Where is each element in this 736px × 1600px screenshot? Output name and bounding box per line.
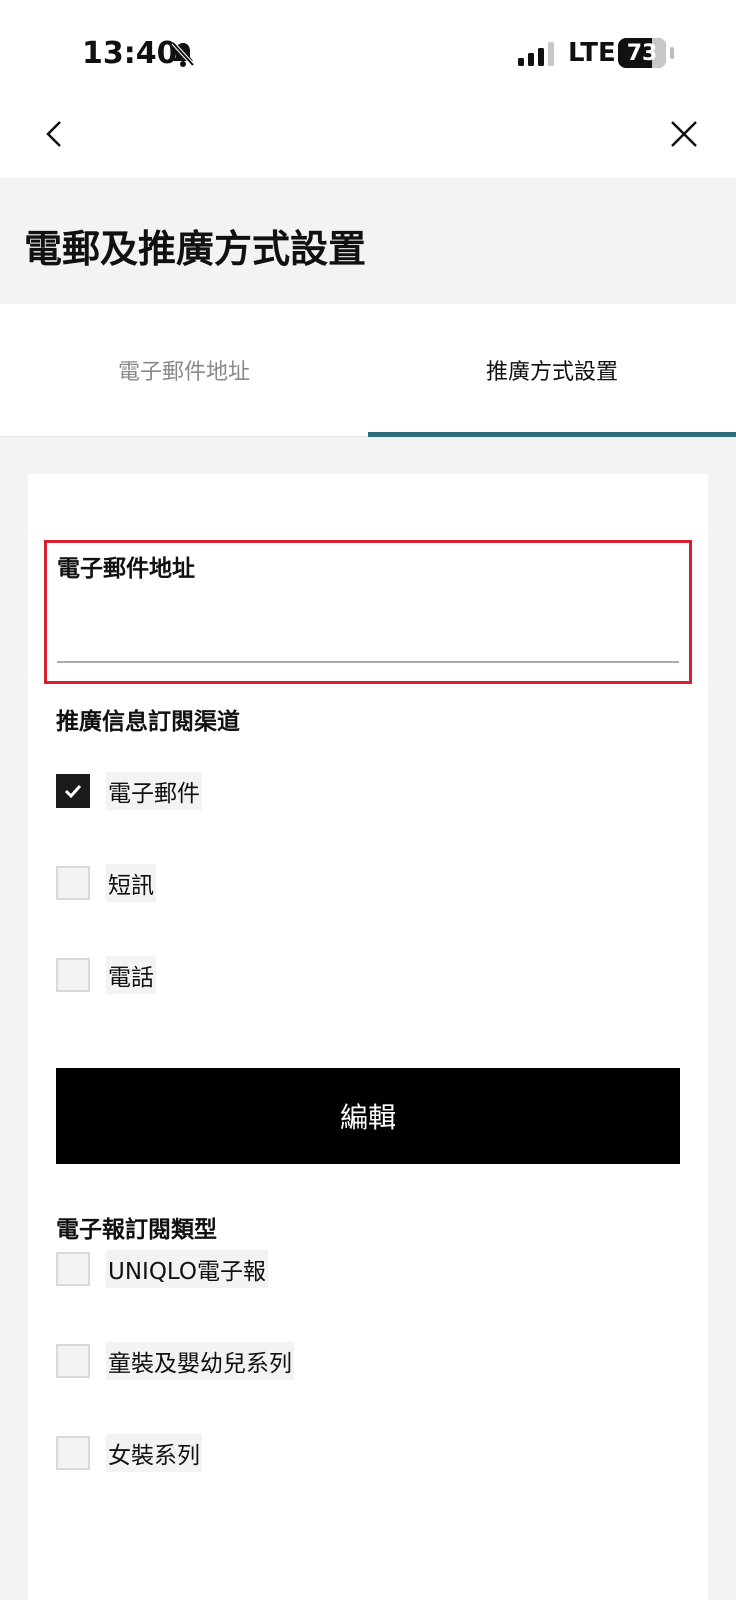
channel-sms-row[interactable]: 短訊 bbox=[56, 864, 156, 902]
newsletter-heading: 電子報訂閱類型 bbox=[56, 1217, 217, 1243]
nav-bar bbox=[0, 100, 736, 178]
newsletter-women-checkbox[interactable] bbox=[56, 1436, 90, 1470]
newsletter-kids-label: 童裝及嬰幼兒系列 bbox=[106, 1342, 294, 1380]
active-tab-indicator bbox=[368, 432, 736, 437]
channel-phone-label: 電話 bbox=[106, 956, 156, 994]
newsletter-kids-row[interactable]: 童裝及嬰幼兒系列 bbox=[56, 1342, 294, 1380]
channel-phone-row[interactable]: 電話 bbox=[56, 956, 156, 994]
newsletter-uniqlo-row[interactable]: UNIQLO電子報 bbox=[56, 1250, 269, 1288]
battery-icon: 73 bbox=[618, 38, 674, 68]
tab-bar: 電子郵件地址 推廣方式設置 bbox=[0, 304, 736, 437]
newsletter-kids-checkbox[interactable] bbox=[56, 1344, 90, 1378]
email-input[interactable] bbox=[57, 591, 679, 663]
edit-button[interactable]: 編輯 bbox=[56, 1068, 680, 1164]
channel-sms-checkbox[interactable] bbox=[56, 866, 90, 900]
email-field-highlight: 電子郵件地址 bbox=[44, 540, 692, 684]
bell-off-icon bbox=[171, 41, 195, 67]
battery-level: 73 bbox=[626, 40, 658, 66]
network-type: LTE bbox=[568, 38, 616, 68]
close-icon[interactable] bbox=[664, 112, 704, 156]
page-title: 電郵及推廣方式設置 bbox=[24, 227, 367, 271]
status-bar: 13:40 LTE 73 bbox=[0, 0, 736, 100]
settings-card: 電子郵件地址 推廣信息訂閱渠道 電子郵件 短訊 電話 編輯 電子報訂閱類型 UN… bbox=[28, 474, 708, 1600]
channel-phone-checkbox[interactable] bbox=[56, 958, 90, 992]
checkmark-icon bbox=[64, 784, 82, 798]
channel-sms-label: 短訊 bbox=[106, 864, 156, 902]
channel-email-row[interactable]: 電子郵件 bbox=[56, 772, 202, 810]
channel-email-label: 電子郵件 bbox=[106, 772, 202, 810]
tab-promotion-settings[interactable]: 推廣方式設置 bbox=[368, 304, 736, 436]
newsletter-uniqlo-checkbox[interactable] bbox=[56, 1252, 90, 1286]
channel-email-checkbox[interactable] bbox=[56, 774, 90, 808]
back-chevron-icon[interactable] bbox=[40, 112, 70, 156]
tab-email-address[interactable]: 電子郵件地址 bbox=[0, 304, 368, 436]
newsletter-women-label: 女裝系列 bbox=[106, 1434, 202, 1472]
newsletter-women-row[interactable]: 女裝系列 bbox=[56, 1434, 202, 1472]
signal-icon bbox=[518, 42, 554, 66]
page-header: 電郵及推廣方式設置 bbox=[0, 178, 736, 304]
channels-heading: 推廣信息訂閱渠道 bbox=[56, 709, 240, 735]
email-field-label: 電子郵件地址 bbox=[57, 556, 195, 582]
newsletter-uniqlo-label: UNIQLO電子報 bbox=[106, 1250, 269, 1288]
status-time: 13:40 bbox=[82, 36, 178, 71]
